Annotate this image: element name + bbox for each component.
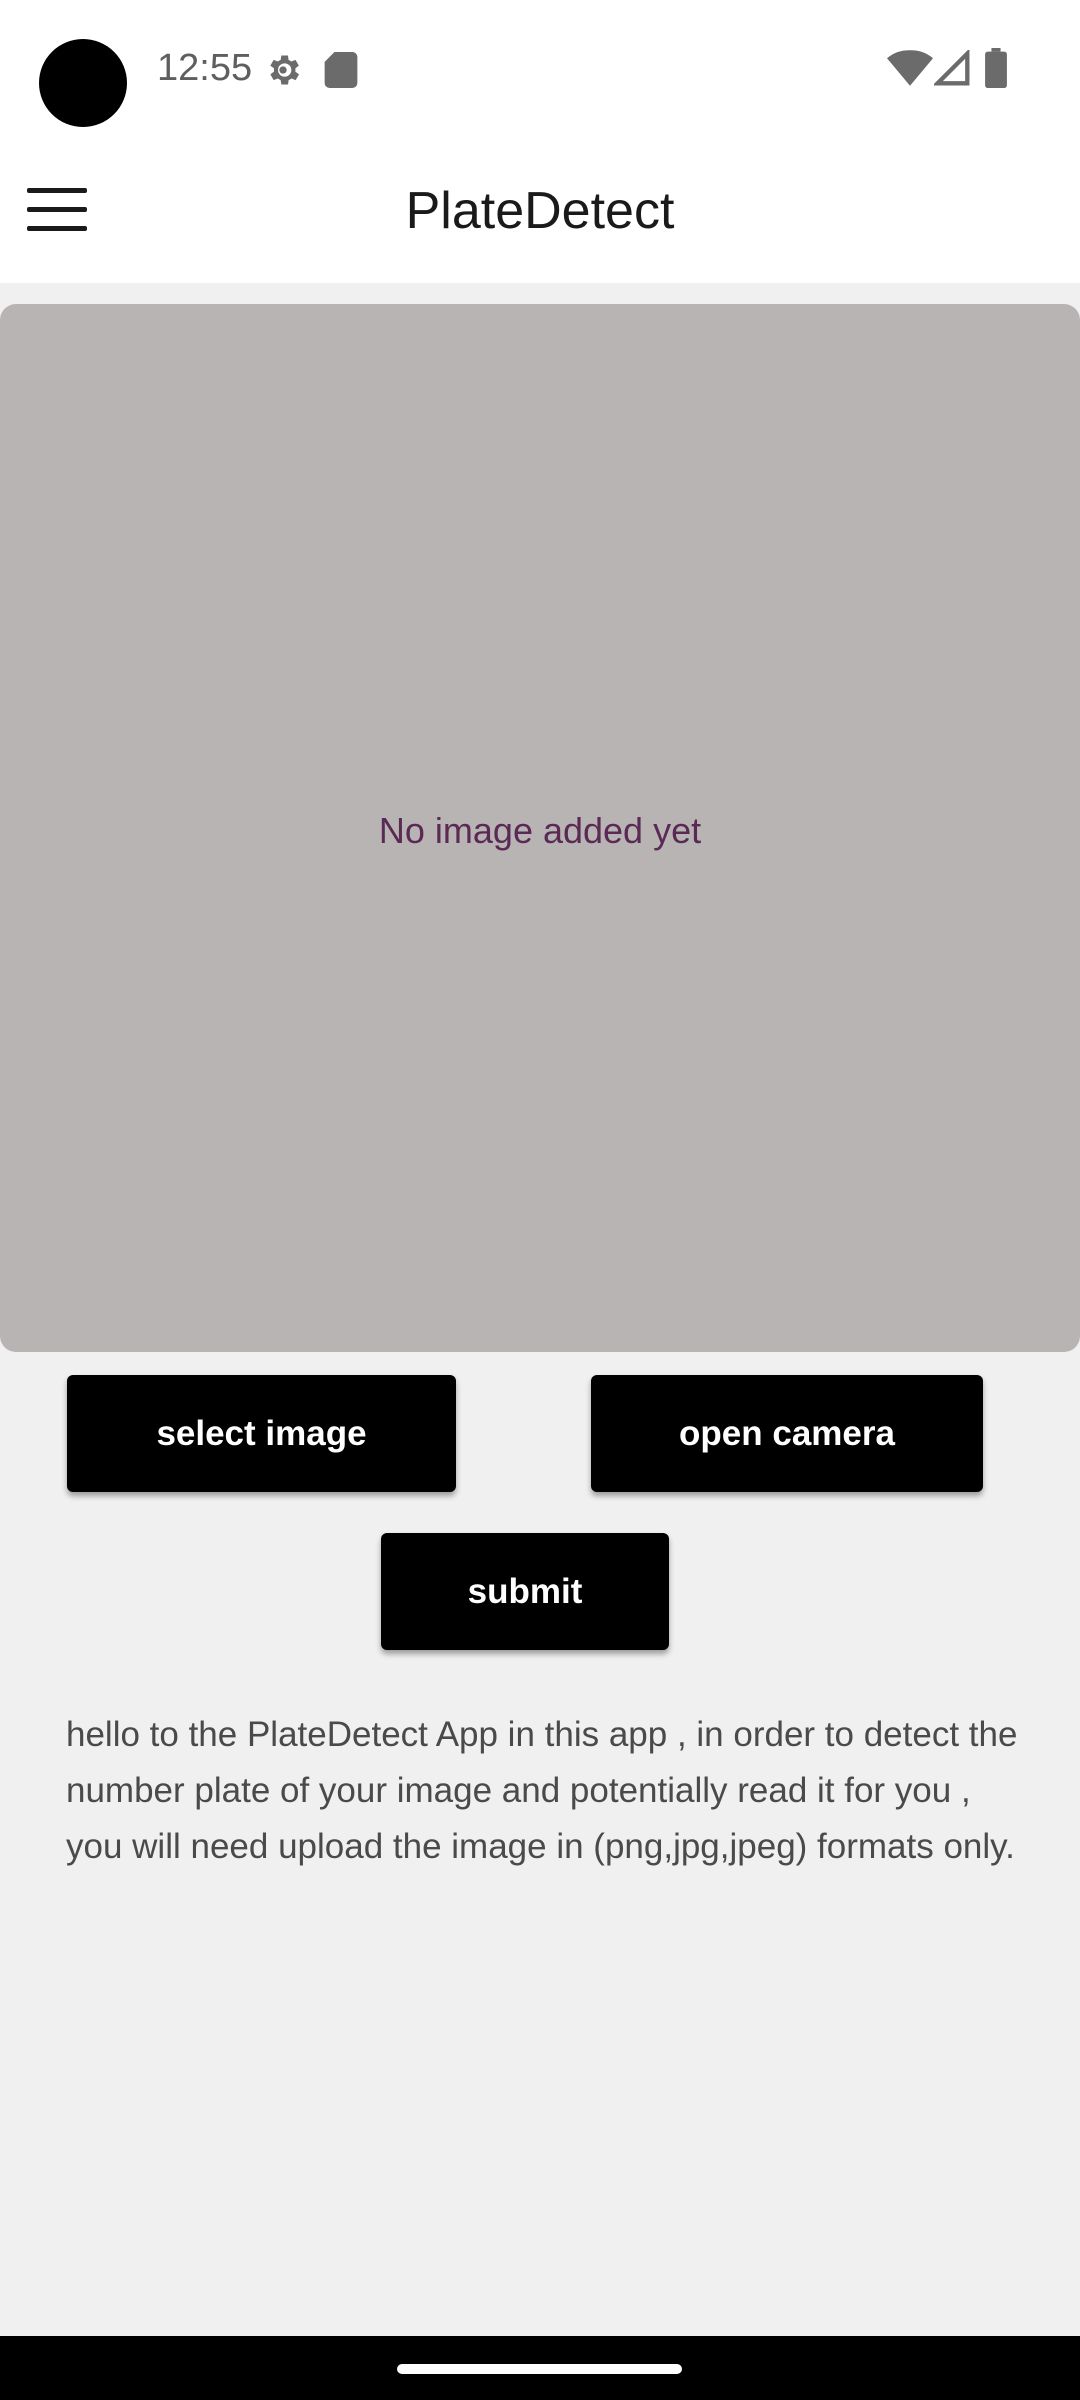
select-image-button[interactable]: select image	[67, 1375, 456, 1492]
settings-gear-icon	[270, 55, 299, 85]
wifi-icon	[887, 50, 933, 86]
sd-card-icon	[324, 52, 358, 88]
navigation-bar	[0, 2336, 1080, 2400]
open-camera-button[interactable]: open camera	[591, 1375, 983, 1492]
status-time: 12:55	[157, 47, 253, 89]
app-bar: PlateDetect	[0, 140, 1080, 283]
app-description: hello to the PlateDetect App in this app…	[66, 1715, 1018, 1866]
cell-signal-icon	[934, 50, 970, 86]
app-title: PlateDetect	[405, 182, 675, 240]
home-gesture-indicator[interactable]	[397, 2364, 682, 2374]
camera-cutout	[39, 39, 127, 127]
status-bar: 12:55	[0, 0, 1080, 140]
image-preview-area: No image added yet	[0, 304, 1080, 1352]
app-screen: 12:55 PlateDetect No image added yet sel…	[0, 0, 1080, 2400]
battery-icon	[985, 48, 1007, 88]
submit-button[interactable]: submit	[381, 1533, 669, 1650]
no-image-placeholder: No image added yet	[378, 810, 702, 851]
